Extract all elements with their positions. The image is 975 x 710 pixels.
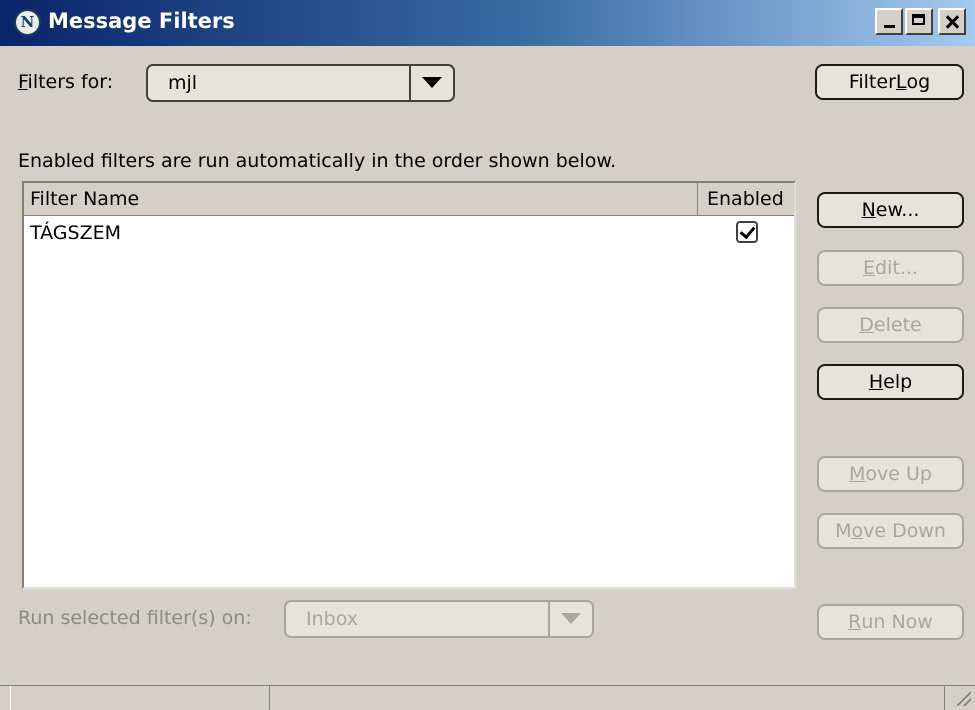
filter-list-header: Filter Name Enabled	[24, 183, 794, 216]
run-on-label: Run selected filter(s) on:	[18, 607, 252, 629]
column-header-filter-name-label: Filter Name	[30, 188, 140, 210]
move-down-button-prefix: M	[835, 520, 852, 542]
edit-button-mnemonic: E	[863, 257, 876, 279]
help-button[interactable]: Help	[817, 364, 964, 400]
chevron-down-icon	[422, 77, 442, 88]
move-down-button[interactable]: Mo ve Down	[817, 513, 964, 549]
filter-log-label-mnemonic: L	[895, 71, 907, 93]
filters-for-label-mnemonic: F	[18, 71, 28, 93]
run-on-dropdown-button[interactable]	[548, 602, 592, 636]
resize-grip-icon[interactable]	[957, 692, 971, 706]
filters-for-label: Filters for:	[18, 71, 113, 93]
filter-log-button[interactable]: Filter Log	[815, 64, 964, 100]
filter-log-label-rest: og	[906, 71, 931, 93]
filters-description: Enabled filters are run automatically in…	[18, 150, 617, 172]
filter-log-label-prefix: Filter	[848, 71, 896, 93]
run-on-label-prefix: Run selected f	[18, 607, 159, 629]
column-header-filter-name[interactable]: Filter Name	[24, 183, 698, 215]
help-button-mnemonic: H	[868, 371, 884, 393]
status-pane-left	[10, 686, 270, 710]
status-pane-main	[270, 686, 945, 710]
edit-button[interactable]: Edit...	[817, 250, 964, 286]
move-up-button-rest: ove Up	[865, 463, 932, 485]
delete-button[interactable]: Delete	[817, 307, 964, 343]
new-button-rest: ew...	[875, 199, 920, 221]
delete-button-mnemonic: D	[859, 314, 874, 336]
status-bar	[0, 685, 975, 710]
new-button-mnemonic: N	[861, 199, 876, 221]
filter-list[interactable]: Filter Name Enabled TÁGSZEM	[22, 181, 796, 589]
table-row[interactable]: TÁGSZEM	[24, 220, 794, 250]
run-on-label-rest: lter(s) on:	[158, 607, 252, 629]
message-filters-window: Message Filters Filters for: mjl Filter …	[0, 0, 975, 710]
maximize-button[interactable]	[905, 8, 933, 35]
close-button[interactable]	[938, 8, 966, 35]
move-down-button-mnemonic: o	[851, 520, 864, 542]
run-now-button-rest: un Now	[861, 611, 933, 633]
run-now-button[interactable]: Run Now	[817, 604, 964, 640]
run-on-value: Inbox	[306, 608, 358, 630]
new-button[interactable]: New...	[817, 192, 964, 228]
move-up-button-mnemonic: M	[849, 463, 866, 485]
checkbox-checked-icon[interactable]	[736, 221, 758, 243]
move-down-button-rest: ve Down	[863, 520, 946, 542]
filters-for-dropdown-button[interactable]	[409, 66, 453, 100]
help-button-rest: elp	[883, 371, 913, 393]
chevron-down-icon	[561, 613, 581, 624]
delete-button-rest: elete	[873, 314, 922, 336]
column-header-enabled-label: Enabled	[707, 188, 784, 210]
filter-name-cell: TÁGSZEM	[30, 222, 121, 244]
filters-for-label-rest: ilters for:	[27, 71, 114, 93]
run-now-button-mnemonic: R	[848, 611, 862, 633]
minimize-button[interactable]	[875, 8, 903, 35]
filters-for-value: mjl	[168, 72, 198, 94]
app-logo-icon	[14, 9, 41, 36]
title-bar: Message Filters	[0, 0, 975, 46]
edit-button-rest: dit...	[875, 257, 918, 279]
move-up-button[interactable]: Move Up	[817, 456, 964, 492]
column-header-enabled[interactable]: Enabled	[699, 183, 794, 215]
filters-for-dropdown[interactable]: mjl	[146, 64, 455, 102]
window-title: Message Filters	[48, 9, 235, 33]
run-on-dropdown[interactable]: Inbox	[284, 600, 594, 638]
